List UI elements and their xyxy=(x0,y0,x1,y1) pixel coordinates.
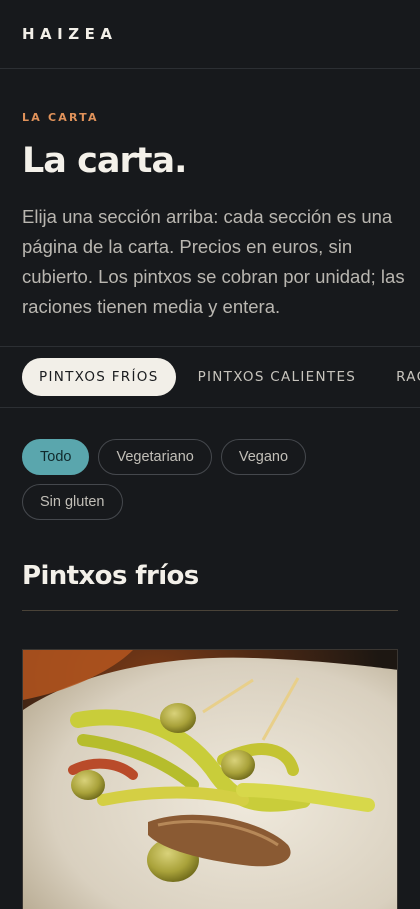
diet-filters: Todo Vegetariano Vegano Sin gluten xyxy=(0,408,340,520)
filter-vegano[interactable]: Vegano xyxy=(220,439,307,475)
filter-todo[interactable]: Todo xyxy=(22,439,90,475)
tab-pintxos-calientes[interactable]: PINTXOS CALIENTES xyxy=(198,358,357,396)
tab-raciones[interactable]: RACIONES xyxy=(396,358,420,396)
section-divider xyxy=(22,610,398,611)
intro-text: Elija una sección arriba: cada sección e… xyxy=(22,206,405,317)
page-title: La carta. xyxy=(22,141,187,181)
eyebrow-label: LA CARTA xyxy=(22,111,99,124)
tab-pintxos-frios[interactable]: PINTXOS FRÍOS xyxy=(22,358,176,396)
dish-photo-illustration xyxy=(23,650,397,909)
section-title: Pintxos fríos xyxy=(22,561,199,591)
dish-photo xyxy=(22,649,398,909)
filter-vegetariano[interactable]: Vegetariano xyxy=(98,439,212,475)
top-bar: HAIZEA xyxy=(0,0,420,69)
brand-logo[interactable]: HAIZEA xyxy=(22,25,117,43)
intro-section: LA CARTA La carta. Elija una sección arr… xyxy=(0,69,420,347)
section-tabs: PINTXOS FRÍOS PINTXOS CALIENTES RACIONES xyxy=(0,347,420,408)
filter-sin-gluten[interactable]: Sin gluten xyxy=(22,484,123,520)
